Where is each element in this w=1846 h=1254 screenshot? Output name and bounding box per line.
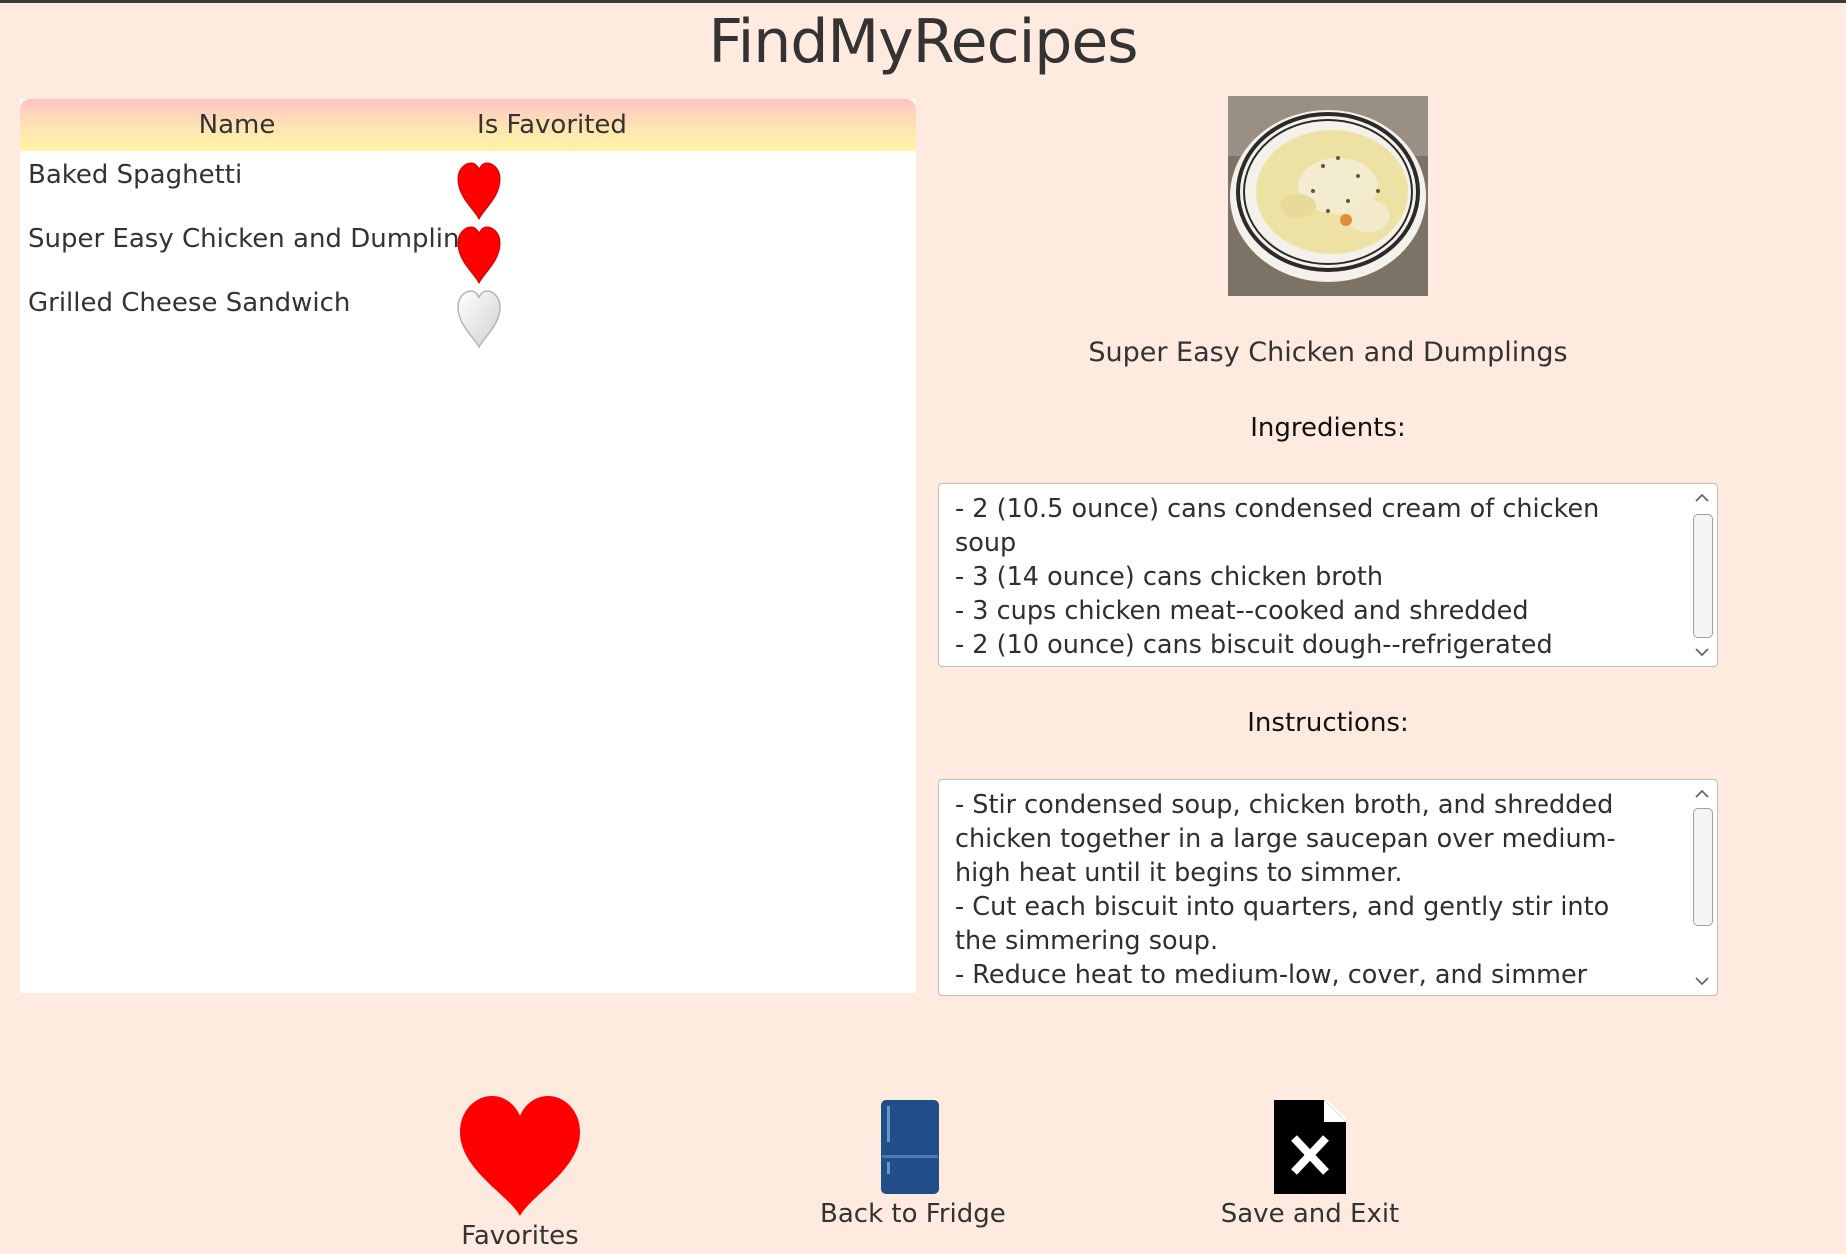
- instructions-scrollbar[interactable]: [1689, 780, 1715, 995]
- heart-icon[interactable]: [456, 161, 502, 221]
- table-row[interactable]: Super Easy Chicken and Dumplings: [20, 215, 916, 285]
- scroll-up-icon[interactable]: [1694, 490, 1710, 506]
- recipe-name-cell: Super Easy Chicken and Dumplings: [28, 224, 490, 254]
- scroll-down-icon[interactable]: [1694, 973, 1710, 989]
- save-and-exit-button[interactable]: Save and Exit: [1220, 1098, 1400, 1232]
- back-to-fridge-label: Back to Fridge: [820, 1199, 1006, 1229]
- ingredients-text: - 2 (10.5 ounce) cans condensed cream of…: [955, 494, 1600, 660]
- ingredients-textarea[interactable]: - 2 (10.5 ounce) cans condensed cream of…: [938, 483, 1718, 667]
- ingredients-label: Ingredients:: [1250, 413, 1406, 443]
- table-header: Name Is Favorited: [20, 99, 916, 151]
- heart-outline-icon[interactable]: [456, 289, 502, 349]
- instructions-scroll-thumb[interactable]: [1693, 808, 1713, 926]
- window-top-border: [0, 0, 1846, 3]
- table-row[interactable]: Grilled Cheese Sandwich: [20, 279, 916, 349]
- heart-icon[interactable]: [456, 225, 502, 285]
- recipe-image: [1228, 96, 1428, 296]
- table-row[interactable]: Baked Spaghetti: [20, 151, 916, 221]
- column-header-name[interactable]: Name: [20, 99, 454, 151]
- instructions-text: - Stir condensed soup, chicken broth, an…: [955, 790, 1616, 995]
- recipe-name-cell: Baked Spaghetti: [28, 160, 243, 190]
- app-title: FindMyRecipes: [708, 7, 1138, 77]
- heart-icon: [460, 1096, 580, 1216]
- ingredients-scrollbar[interactable]: [1689, 484, 1715, 666]
- column-header-favorited[interactable]: Is Favorited: [454, 99, 650, 151]
- fridge-icon: [881, 1100, 939, 1194]
- recipe-table: Name Is Favorited Baked Spaghetti Super …: [20, 99, 916, 993]
- scroll-down-icon[interactable]: [1694, 644, 1710, 660]
- instructions-label: Instructions:: [1247, 708, 1409, 738]
- recipe-title: Super Easy Chicken and Dumplings: [1088, 337, 1568, 368]
- favorites-button[interactable]: Favorites: [440, 1094, 600, 1254]
- favorites-label: Favorites: [461, 1221, 579, 1251]
- scroll-up-icon[interactable]: [1694, 786, 1710, 802]
- instructions-textarea[interactable]: - Stir condensed soup, chicken broth, an…: [938, 779, 1718, 996]
- back-to-fridge-button[interactable]: Back to Fridge: [820, 1098, 1006, 1232]
- save-and-exit-label: Save and Exit: [1220, 1199, 1400, 1229]
- file-close-icon: [1274, 1099, 1347, 1194]
- ingredients-scroll-thumb[interactable]: [1693, 514, 1713, 638]
- recipe-name-cell: Grilled Cheese Sandwich: [28, 288, 351, 318]
